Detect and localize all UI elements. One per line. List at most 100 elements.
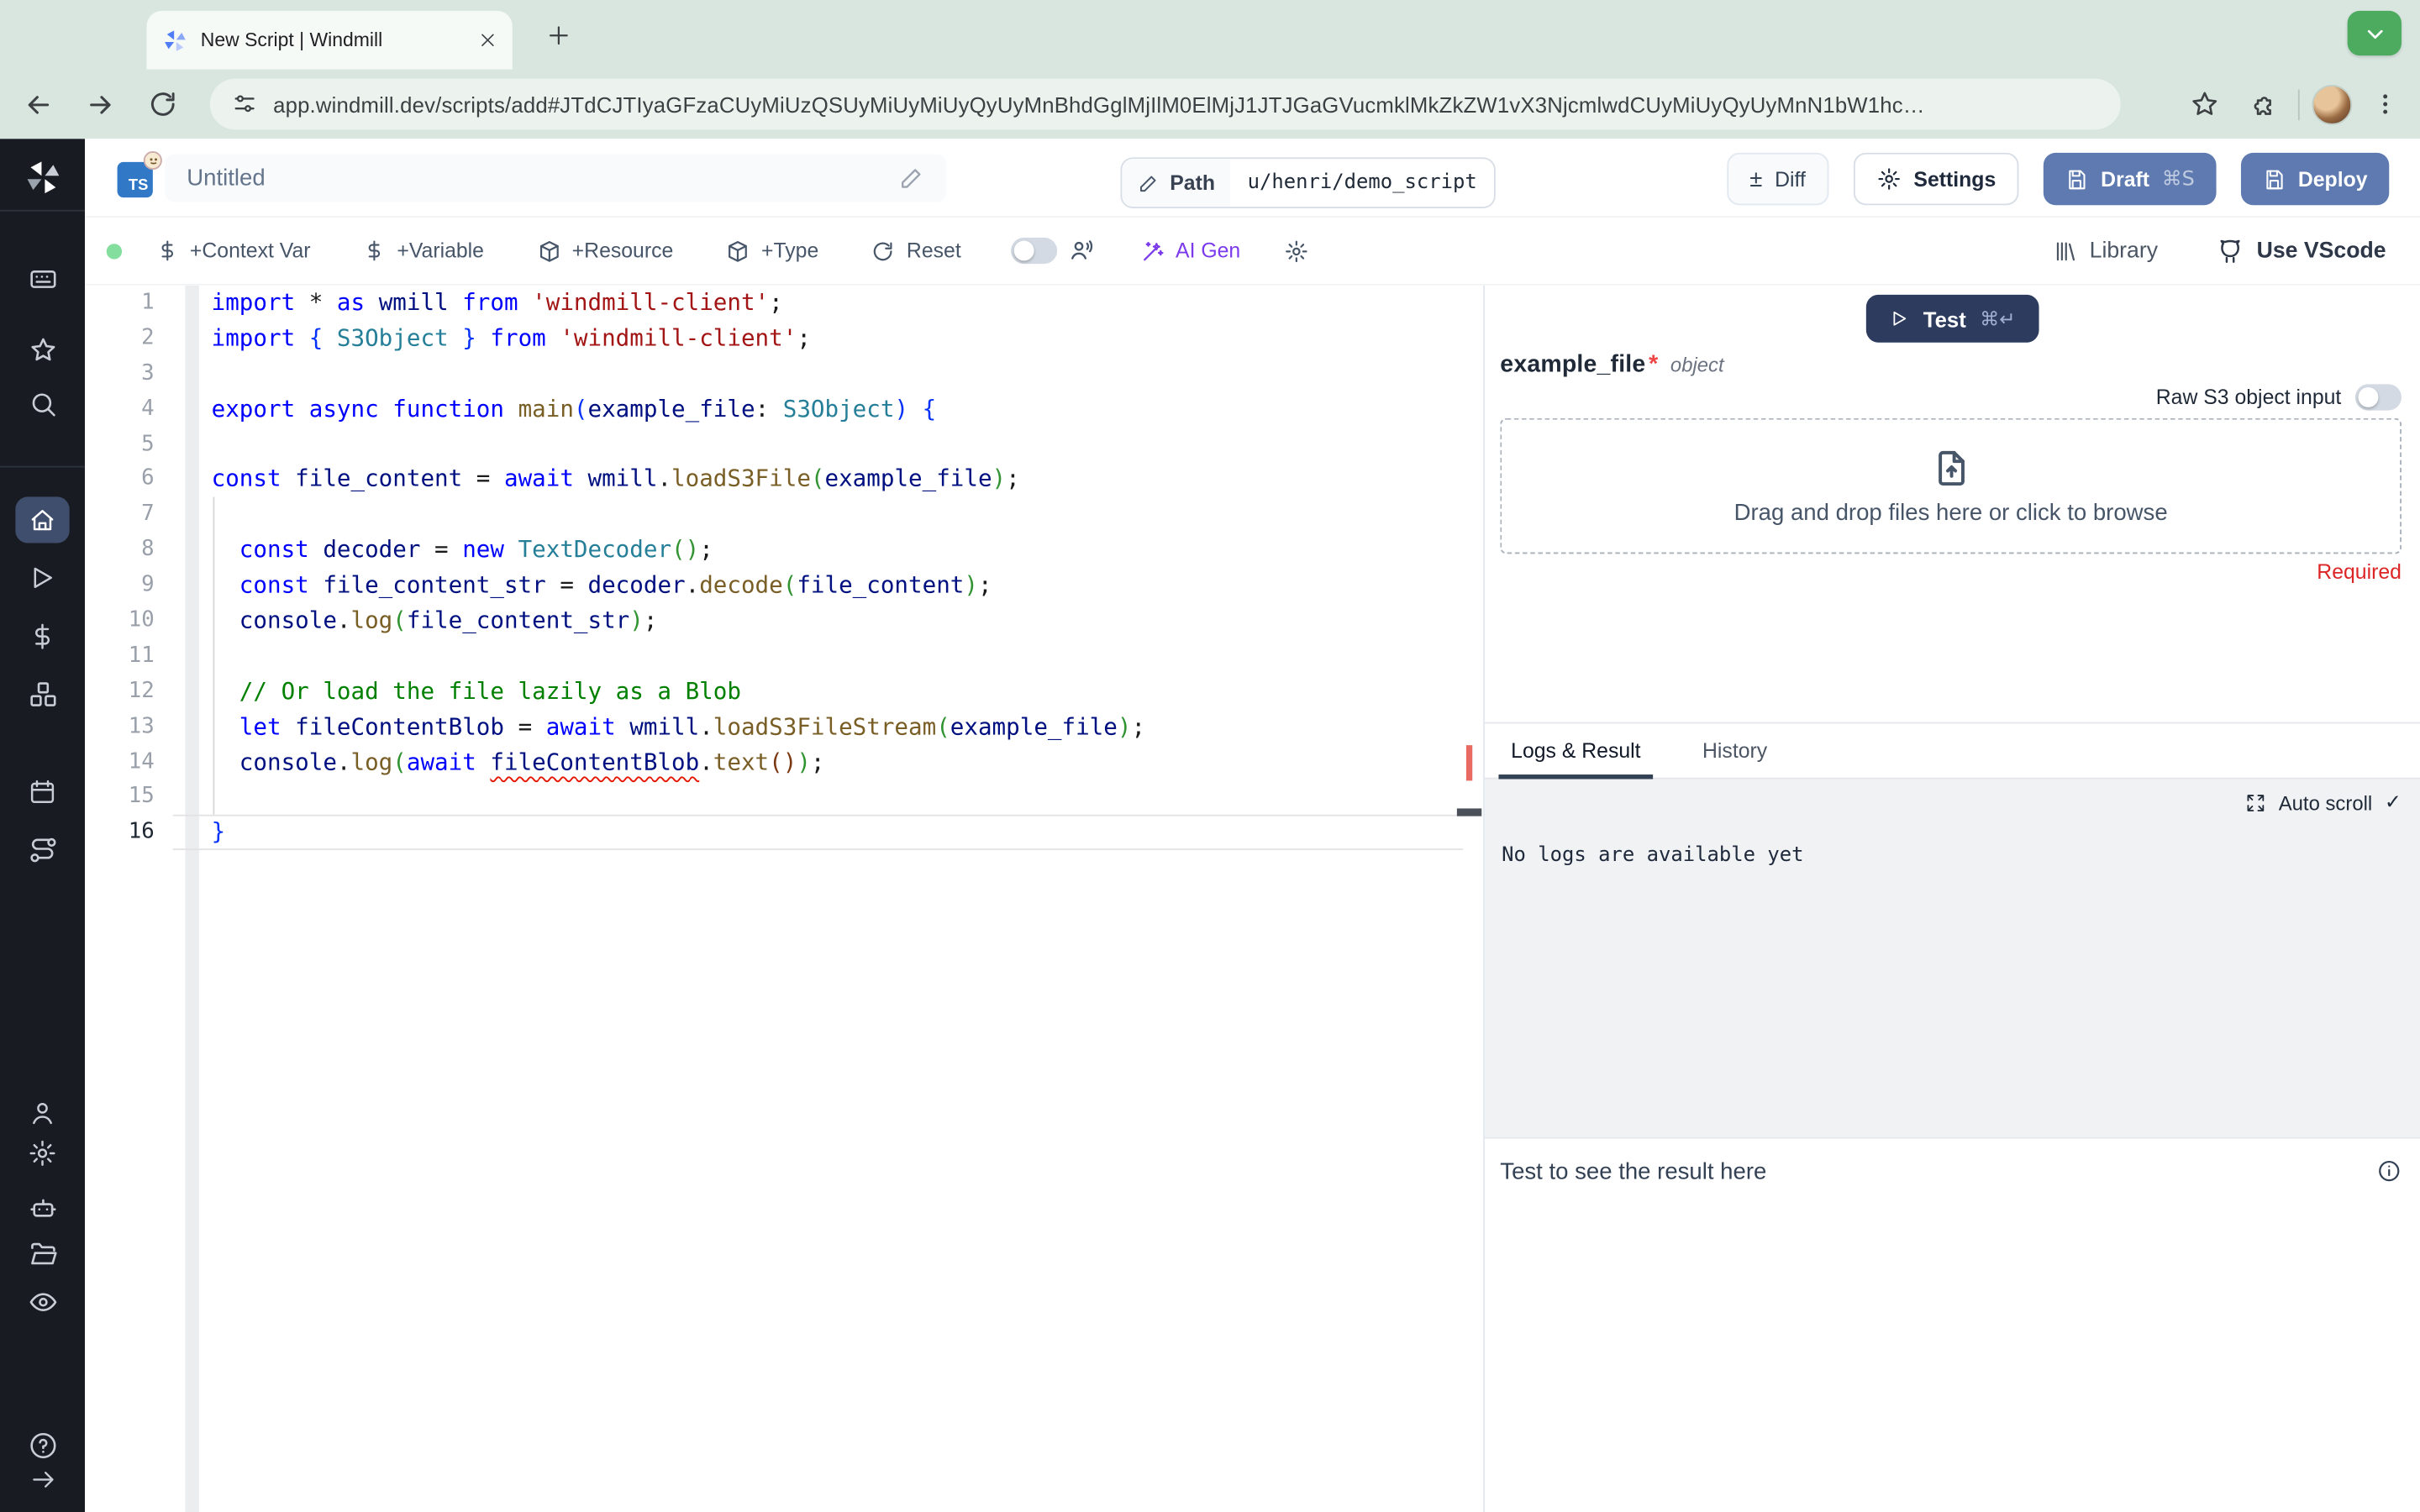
sidebar-item-user[interactable] — [0, 1095, 85, 1129]
sidebar-item-schedules[interactable] — [0, 774, 85, 808]
auto-scroll-label[interactable]: Auto scroll — [2279, 791, 2372, 815]
code-line[interactable]: 5 — [85, 427, 1483, 462]
code-line[interactable]: 12 // Or load the file lazily as a Blob — [85, 674, 1483, 709]
draft-button[interactable]: Draft ⌘S — [2044, 152, 2217, 206]
plus-minus-icon: ± — [1749, 165, 1763, 192]
script-settings-gear[interactable] — [1284, 239, 1308, 263]
gear-icon — [1285, 239, 1307, 262]
code-line[interactable]: 15 — [85, 780, 1483, 815]
site-settings-icon[interactable] — [232, 91, 258, 117]
code-line[interactable]: 11 — [85, 638, 1483, 674]
sidebar-divider — [0, 465, 86, 468]
sidebar-item-folders[interactable] — [0, 1237, 85, 1271]
test-button[interactable]: Test ⌘↵ — [1865, 294, 2039, 343]
line-number: 16 — [128, 819, 155, 845]
overview-ruler-error-marker — [1465, 745, 1473, 781]
bookmark-star-icon[interactable] — [2184, 84, 2224, 124]
line-number: 12 — [128, 678, 155, 704]
code-line[interactable]: 4 export async function main(example_file… — [85, 391, 1483, 427]
dollar-icon — [368, 240, 381, 261]
browser-avatar[interactable] — [2312, 84, 2353, 124]
reload-icon[interactable] — [142, 84, 182, 124]
play-icon — [1893, 311, 1907, 326]
tab-history[interactable]: History — [1702, 723, 1767, 777]
gear-icon — [1878, 168, 1900, 190]
add-resource-button[interactable]: +Resource — [536, 239, 673, 263]
code-line[interactable]: 8 const decoder = new TextDecoder(); — [85, 533, 1483, 568]
browser-tab[interactable]: New Script | Windmill — [146, 10, 513, 70]
line-number: 13 — [128, 713, 155, 739]
deploy-button[interactable]: Deploy — [2240, 152, 2390, 206]
dollar-icon — [161, 240, 173, 261]
code-line[interactable]: 7 — [85, 497, 1483, 533]
code-line[interactable]: 6 const file_content = await wmill.loadS3… — [85, 462, 1483, 497]
code-line[interactable]: 9 const file_content_str = decoder.decod… — [85, 568, 1483, 603]
path-field[interactable]: Path u/henri/demo_script — [1120, 157, 1496, 208]
line-number: 10 — [128, 607, 155, 633]
edit-path-pencil-icon — [1139, 175, 1156, 192]
sidebar-item-help[interactable] — [0, 1429, 85, 1462]
toolbar-separator — [2297, 88, 2300, 120]
sidebar-item-keyboard[interactable] — [0, 262, 85, 296]
code-line[interactable]: 3 — [85, 356, 1483, 391]
raw-s3-toggle[interactable] — [2354, 384, 2402, 411]
check-icon: ✓ — [2384, 791, 2402, 815]
main-area: TS Untitled Path u/henri/demo_script ± D… — [85, 139, 2420, 1512]
logs-panel: Auto scroll ✓ No logs are available yet — [1484, 779, 2420, 1137]
screen: New Script | Windmill app.windmill.dev/s… — [0, 0, 2420, 1512]
multiplayer-switch[interactable] — [1010, 237, 1057, 265]
code-line[interactable]: 1 import * as wmill from 'windmill-client… — [85, 286, 1483, 321]
sidebar-item-workers[interactable] — [0, 833, 85, 867]
typescript-icon: TS — [117, 150, 162, 199]
sidebar-item-ai[interactable] — [0, 1191, 85, 1225]
browser-menu-icon[interactable] — [2365, 84, 2405, 124]
info-icon[interactable] — [2377, 1158, 2402, 1183]
code-editor[interactable]: 1 import * as wmill from 'windmill-client… — [85, 285, 1484, 1512]
browser-profile-button[interactable] — [2347, 10, 2402, 56]
code-line[interactable]: 14 console.log(await fileContentBlob.tex… — [85, 744, 1483, 780]
package-icon — [729, 240, 748, 261]
tab-close-icon[interactable] — [478, 31, 497, 50]
windmill-logo-icon[interactable] — [0, 160, 85, 194]
edit-title-pencil-icon[interactable] — [898, 165, 924, 192]
new-tab-button[interactable] — [540, 17, 577, 54]
add-variable-button[interactable]: +Variable — [363, 239, 484, 262]
settings-label: Settings — [1913, 167, 1996, 191]
sidebar-item-audit[interactable] — [0, 1285, 85, 1319]
multiplayer-toggle[interactable] — [1010, 237, 1094, 265]
use-vscode-label: Use VScode — [2256, 238, 2386, 264]
use-vscode-button[interactable]: Use VScode — [2217, 237, 2386, 265]
sidebar-item-home[interactable] — [15, 496, 70, 543]
line-number: 11 — [128, 643, 155, 669]
code-line[interactable]: 2 import { S3Object } from 'windmill-clie… — [85, 321, 1483, 356]
code-line[interactable]: 16} — [85, 815, 1483, 851]
script-header: TS Untitled Path u/henri/demo_script ± D… — [85, 139, 2420, 218]
add-context-var-button[interactable]: +Context Var — [156, 239, 310, 262]
forward-icon[interactable] — [81, 84, 121, 124]
ai-gen-button[interactable]: AI Gen — [1140, 239, 1240, 263]
file-dropzone[interactable]: Drag and drop files here or click to bro… — [1500, 417, 2402, 554]
sidebar-item-resources[interactable] — [0, 677, 85, 711]
sidebar-item-star[interactable] — [0, 333, 85, 367]
back-icon[interactable] — [18, 84, 59, 124]
tab-logs-result[interactable]: Logs & Result — [1498, 723, 1654, 780]
sidebar-collapse-icon[interactable] — [0, 1462, 85, 1496]
extensions-icon[interactable] — [2245, 84, 2286, 124]
reset-button[interactable]: Reset — [871, 239, 961, 263]
raw-s3-label: Raw S3 object input — [2155, 386, 2342, 409]
library-button[interactable]: Library — [2053, 239, 2158, 263]
sidebar-divider — [0, 209, 86, 212]
magic-wand-icon — [1143, 240, 1163, 260]
settings-button[interactable]: Settings — [1853, 152, 2019, 206]
sidebar-item-variables[interactable] — [0, 619, 85, 653]
sidebar-item-settings[interactable] — [0, 1136, 85, 1169]
sidebar-item-search[interactable] — [0, 387, 85, 421]
sidebar-item-runs[interactable] — [0, 560, 85, 594]
diff-button[interactable]: ± Diff — [1726, 152, 1829, 206]
url-bar[interactable]: app.windmill.dev/scripts/add#JTdCJTIyaGF… — [209, 78, 2121, 130]
code-line[interactable]: 13 let fileContentBlob = await wmill.loa… — [85, 709, 1483, 744]
editor-toolbar: +Context Var +Variable +Resource +Type R… — [85, 217, 2420, 286]
script-title-field[interactable]: Untitled — [165, 154, 946, 202]
code-line[interactable]: 10 console.log(file_content_str); — [85, 603, 1483, 638]
add-type-button[interactable]: +Type — [726, 239, 818, 263]
